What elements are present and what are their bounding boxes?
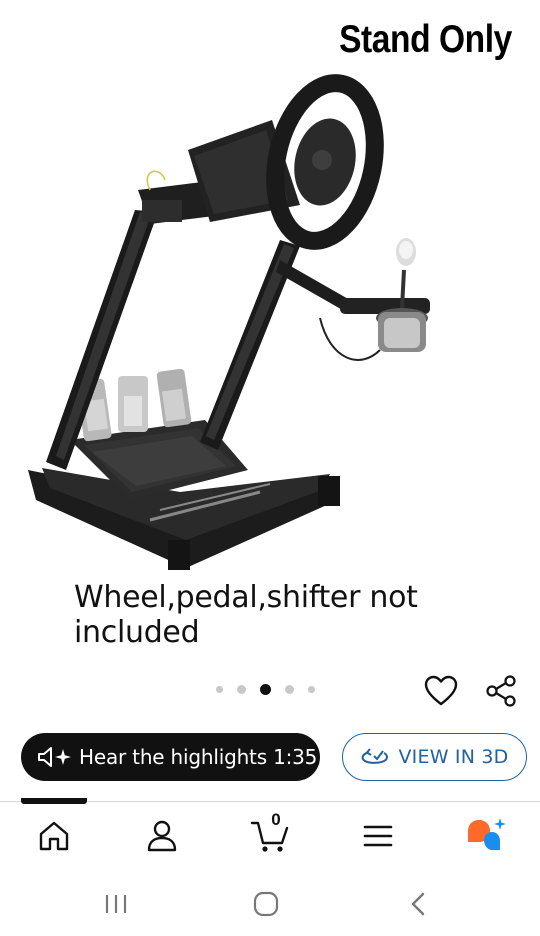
hear-highlights-button[interactable]: Hear the highlights 1:35 — [21, 733, 320, 781]
hear-highlights-label: Hear the highlights 1:35 — [79, 745, 318, 769]
cart-count-badge: 0 — [271, 810, 281, 829]
stand-only-label: Stand Only — [339, 18, 512, 61]
hamburger-icon — [363, 825, 393, 847]
tab-account[interactable] — [138, 814, 186, 858]
carousel-dot[interactable] — [237, 685, 246, 694]
system-home-icon — [253, 891, 279, 917]
view-in-3d-label: VIEW IN 3D — [398, 746, 509, 768]
tab-home[interactable] — [30, 814, 78, 858]
person-icon — [147, 820, 177, 852]
wishlist-button[interactable] — [420, 670, 462, 712]
back-icon — [411, 892, 425, 916]
recent-apps-button[interactable] — [96, 888, 136, 920]
carousel-dot[interactable] — [216, 686, 223, 693]
carousel-dot[interactable] — [285, 685, 294, 694]
back-button[interactable] — [398, 888, 438, 920]
system-navigation-bar — [0, 870, 540, 936]
active-tab-indicator — [21, 798, 87, 804]
share-icon — [486, 675, 516, 707]
share-button[interactable] — [480, 670, 522, 712]
tab-menu[interactable] — [354, 814, 402, 858]
home-icon — [39, 821, 69, 851]
tab-rufus[interactable] — [462, 814, 510, 858]
carousel-dot-active[interactable] — [260, 684, 271, 695]
product-image[interactable]: Stand Only Wheel,pedal,shifter not inclu… — [0, 0, 540, 660]
view-in-3d-button[interactable]: VIEW IN 3D — [342, 733, 527, 781]
system-home-button[interactable] — [246, 888, 286, 920]
carousel-dots[interactable] — [216, 684, 315, 695]
rufus-assistant-icon — [468, 818, 506, 850]
carousel-dot[interactable] — [308, 686, 315, 693]
rotate-3d-icon — [362, 748, 389, 764]
recent-apps-icon — [105, 895, 127, 913]
heart-outline-icon — [424, 675, 458, 706]
not-included-caption: Wheel,pedal,shifter not included — [74, 580, 418, 650]
wheel-stand-illustration — [28, 74, 430, 570]
speaker-sparkle-icon — [38, 747, 71, 767]
